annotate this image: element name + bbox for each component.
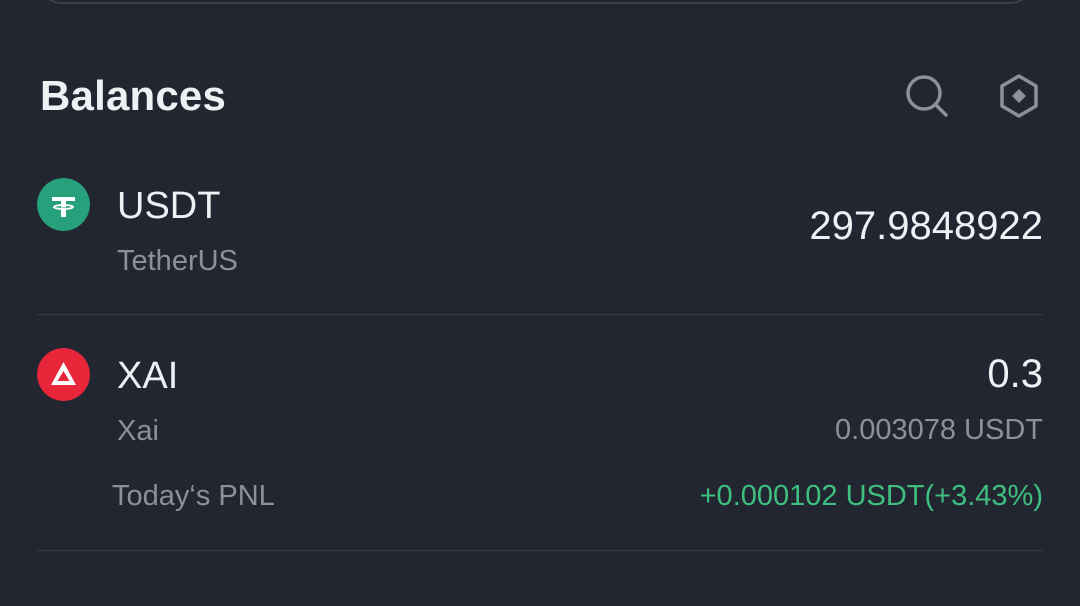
coin-name: Xai [117,415,159,447]
balance-amount: 0.3 [987,352,1043,396]
balances-header: Balances [40,66,1043,126]
balance-row-usdt[interactable]: USDT TetherUS 297.9848922 [37,178,1043,314]
search-icon [906,75,948,117]
coin-name: TetherUS [117,245,238,277]
coin-symbol: USDT [117,185,221,227]
balance-row-xai[interactable]: XAI Xai 0.3 0.003078 USDT Today‘s PNL +0… [37,348,1043,550]
settings-hexagon-icon [1000,74,1038,118]
pnl-label: Today‘s PNL [112,480,275,512]
header-actions [903,72,1043,120]
search-bar[interactable] [40,0,1032,4]
page-title: Balances [40,72,227,119]
balance-amount: 297.9848922 [809,204,1043,248]
divider [37,550,1043,551]
xai-logo-icon [37,348,90,401]
divider [37,314,1043,315]
coin-symbol: XAI [117,355,179,397]
settings-button[interactable] [995,72,1043,120]
search-button[interactable] [903,72,951,120]
balance-usdt-value: 0.003078 USDT [835,414,1043,446]
tether-logo-icon [37,178,90,231]
pnl-value: +0.000102 USDT(+3.43%) [699,480,1043,512]
balances-screen: Balances USDT TetherUS 297.9848922 XAI X… [0,0,1080,606]
